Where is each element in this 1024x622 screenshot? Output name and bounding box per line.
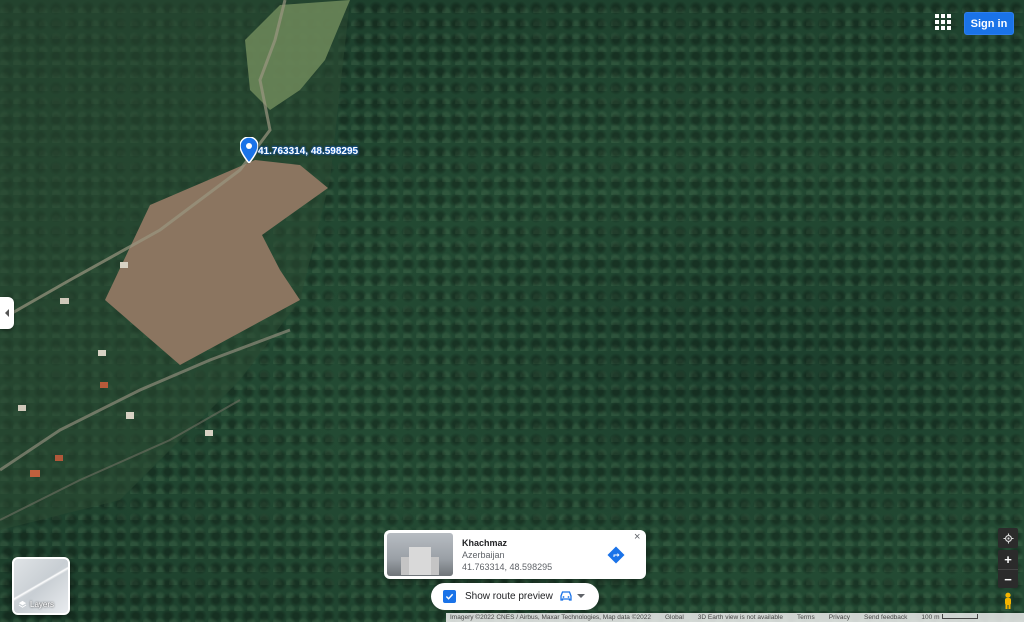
apps-grid-icon[interactable] bbox=[935, 14, 951, 30]
scale-label: 100 m bbox=[921, 614, 940, 621]
pegman-icon[interactable] bbox=[1001, 592, 1015, 610]
place-country: Azerbaijan bbox=[462, 550, 505, 560]
my-location-button[interactable] bbox=[998, 528, 1018, 548]
route-preview-toggle[interactable]: Show route preview bbox=[431, 583, 599, 610]
close-card-button[interactable]: × bbox=[634, 532, 640, 543]
sign-in-button[interactable]: Sign in bbox=[964, 12, 1014, 35]
satellite-map[interactable] bbox=[0, 0, 1024, 622]
terms-link[interactable]: Terms bbox=[797, 614, 815, 621]
earth-view-notice: 3D Earth view is not available bbox=[697, 614, 784, 621]
collapse-side-panel-button[interactable] bbox=[0, 297, 14, 329]
scale-bar bbox=[941, 614, 978, 619]
my-location-icon bbox=[1002, 532, 1014, 544]
place-coordinates: 41.763314, 48.598295 bbox=[462, 562, 553, 572]
route-preview-label: Show route preview bbox=[465, 591, 553, 602]
checkmark-icon bbox=[445, 593, 454, 600]
place-photo[interactable] bbox=[387, 533, 453, 576]
map-footer: Imagery ©2022 CNES / Airbus, Maxar Techn… bbox=[446, 613, 1024, 622]
chevron-down-icon[interactable] bbox=[577, 594, 585, 598]
zoom-in-button[interactable]: + bbox=[998, 550, 1018, 569]
car-icon[interactable] bbox=[559, 590, 573, 602]
location-pin-icon[interactable] bbox=[240, 137, 258, 163]
zoom-out-button[interactable]: − bbox=[998, 569, 1018, 588]
privacy-link[interactable]: Privacy bbox=[829, 614, 850, 621]
scale-control[interactable]: 100 m bbox=[921, 614, 978, 621]
global-link[interactable]: Global bbox=[665, 614, 684, 621]
chevron-left-icon bbox=[5, 309, 9, 317]
route-preview-checkbox[interactable] bbox=[443, 590, 456, 603]
marker-coordinates-label: 41.763314, 48.598295 bbox=[258, 146, 359, 157]
imagery-attribution: Imagery ©2022 CNES / Airbus, Maxar Techn… bbox=[450, 614, 651, 621]
directions-icon[interactable] bbox=[606, 545, 626, 565]
place-name: Khachmaz bbox=[462, 538, 508, 548]
layers-icon bbox=[18, 600, 27, 608]
send-feedback-link[interactable]: Send feedback bbox=[864, 614, 907, 621]
place-card[interactable]: Khachmaz Azerbaijan 41.763314, 48.598295… bbox=[384, 530, 646, 579]
layers-label: Layers bbox=[30, 600, 55, 609]
layers-button[interactable]: Layers bbox=[12, 557, 70, 615]
